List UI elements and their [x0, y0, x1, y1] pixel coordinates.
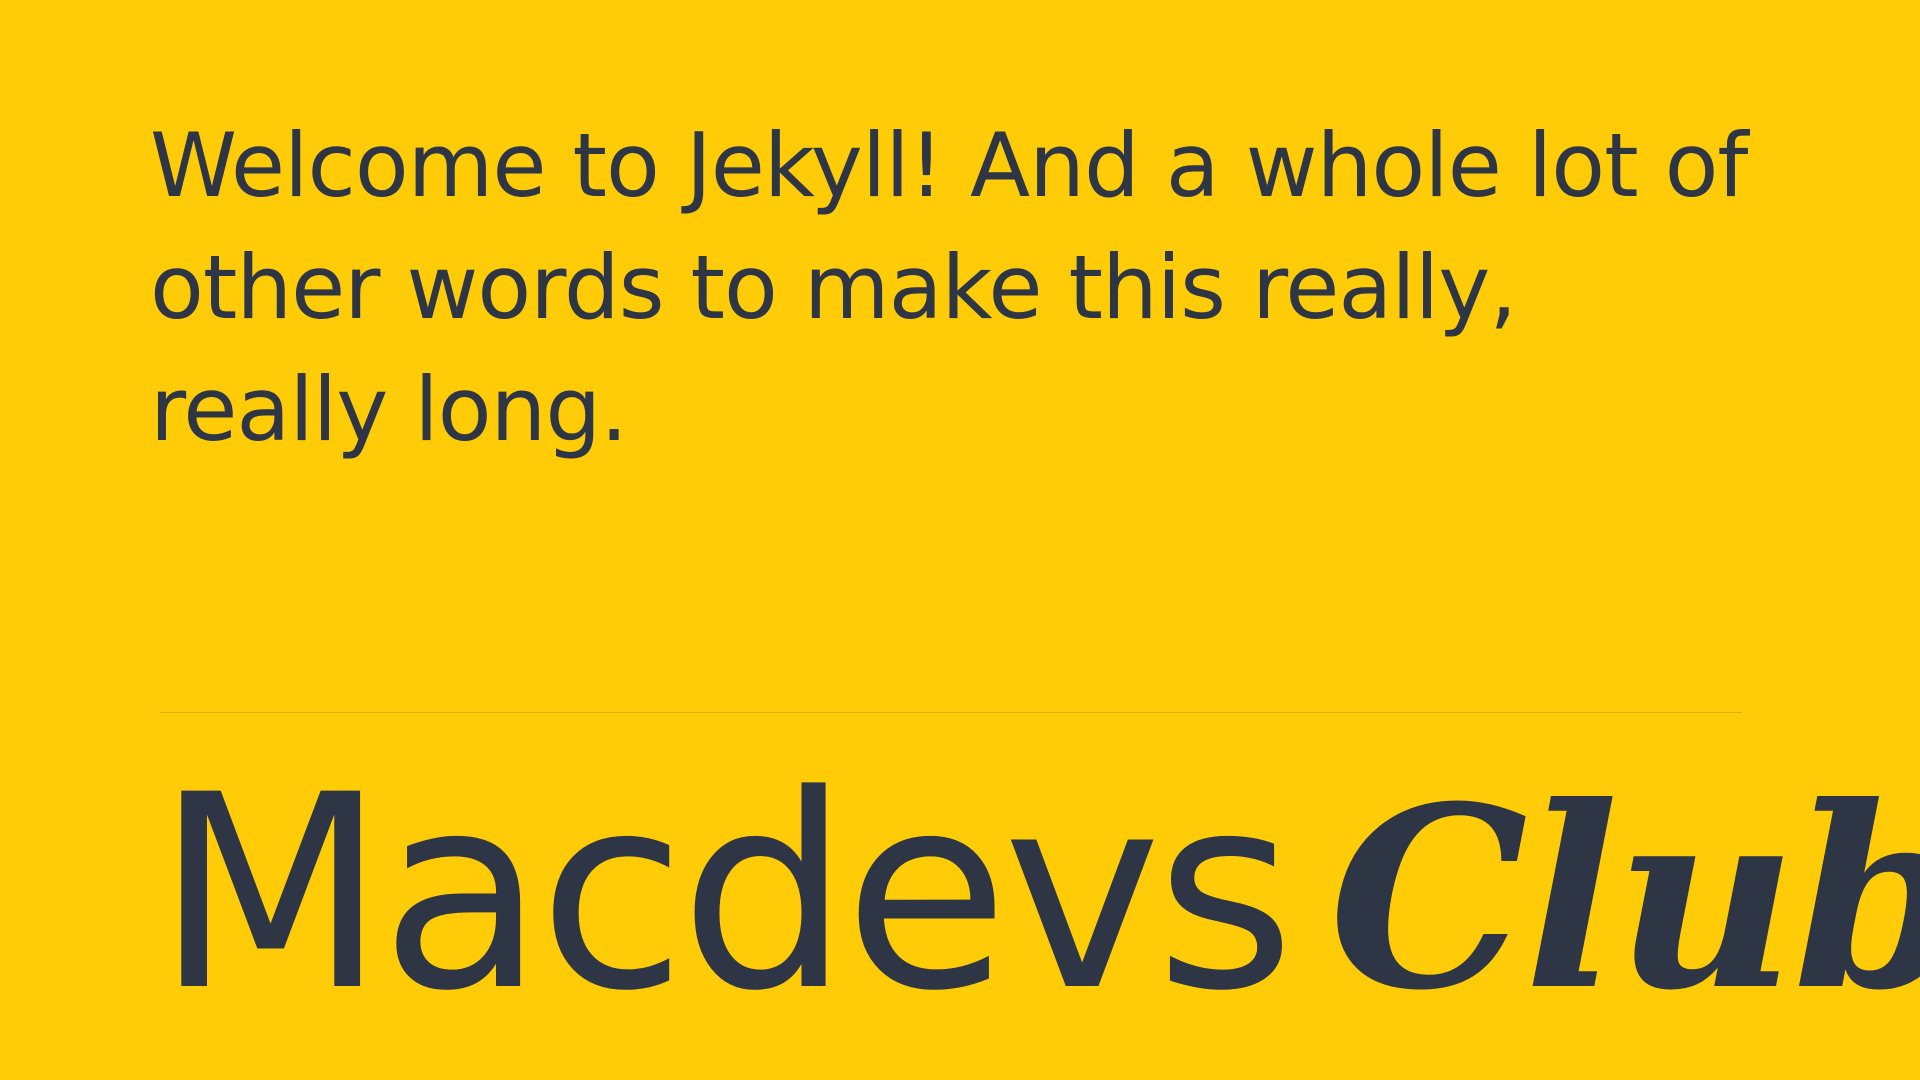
- divider: [160, 712, 1742, 713]
- brand-name-main: Macdevs: [155, 738, 1295, 1050]
- brand-wordmark: Macdevs Club: [155, 751, 1920, 1045]
- social-card: Welcome to Jekyll! And a whole lot of ot…: [0, 0, 1920, 1080]
- page-headline: Welcome to Jekyll! And a whole lot of ot…: [150, 114, 1748, 461]
- brand-name-script: Club: [1329, 751, 1920, 1045]
